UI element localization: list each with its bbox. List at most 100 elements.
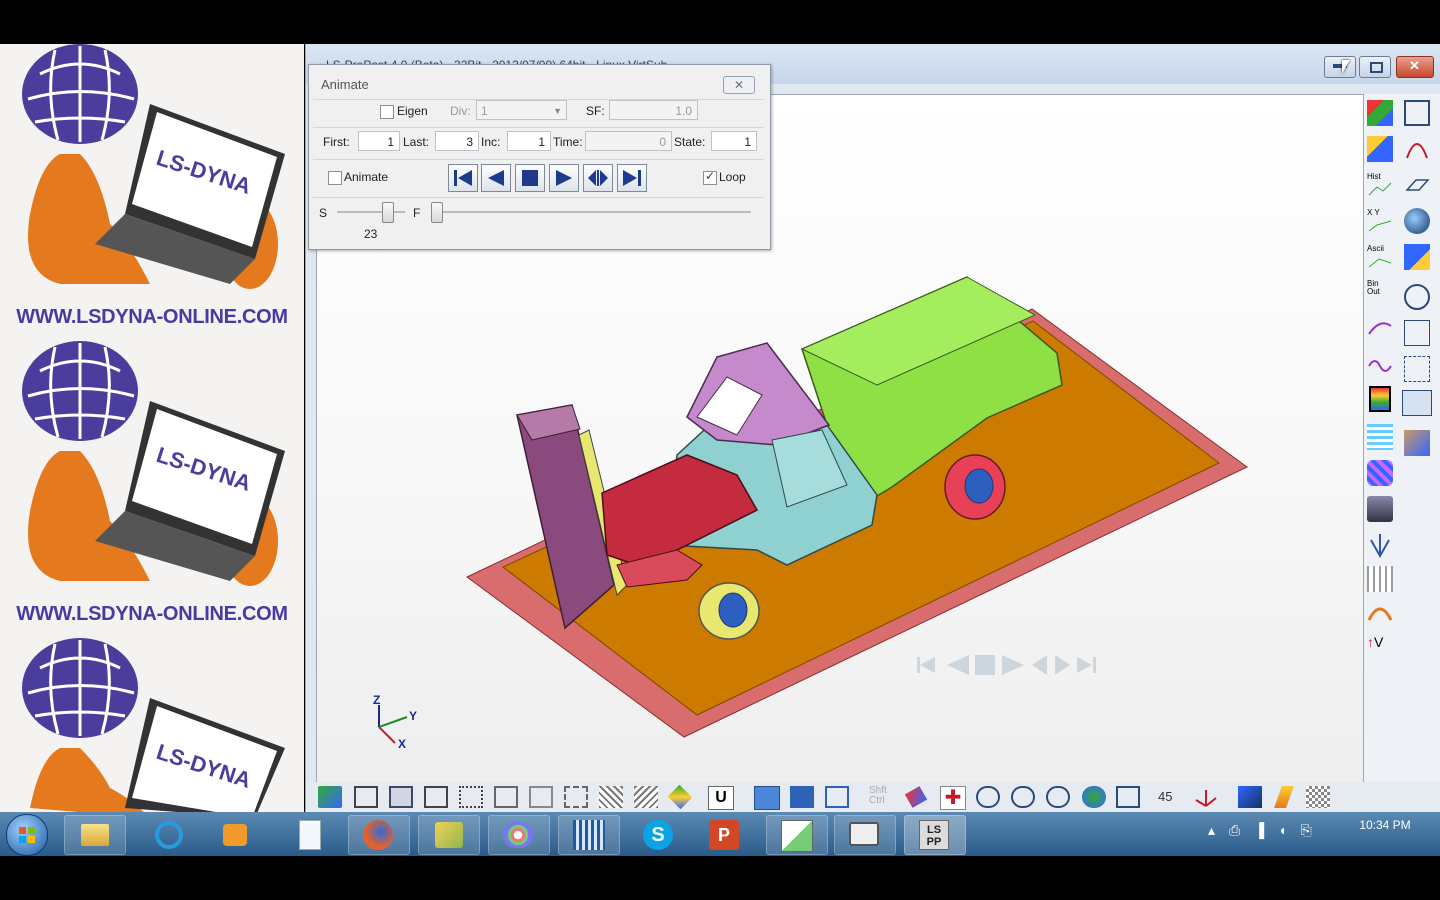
taskbar-paint[interactable] [488,815,550,855]
taskbar-lstc[interactable] [558,815,620,855]
rotate-icon[interactable] [1046,786,1070,808]
edge-icon[interactable] [494,786,518,808]
divider [313,127,764,128]
plane-icon[interactable] [1404,172,1430,198]
system-tray[interactable]: ▴⎙▐◖⎘ [1208,822,1326,839]
model-cube-icon[interactable] [1367,100,1393,126]
fringe-icon[interactable] [1369,386,1391,412]
pick-icon[interactable] [904,786,928,808]
block-view-icon[interactable] [790,786,814,808]
sphere-icon[interactable] [1404,208,1430,234]
inc-input[interactable]: 1 [507,131,551,151]
rotation-angle-value[interactable]: 45 [1158,789,1172,804]
speed-slider-track[interactable] [337,211,405,213]
promo-url[interactable]: WWW.LSDYNA-ONLINE.COM [0,599,304,629]
animate-close-button[interactable]: ✕ [723,76,755,94]
shaded-cube-icon[interactable] [389,786,413,808]
play-reverse-button[interactable] [481,164,511,192]
taskbar-explorer[interactable] [64,815,126,855]
fiber-icon[interactable] [1367,460,1393,486]
maximize-button[interactable] [1359,56,1391,78]
promo-url[interactable]: WWW.LSDYNA-ONLINE.COM [0,302,304,332]
mesh-cube-icon[interactable] [599,786,623,808]
taskbar-window[interactable] [834,815,896,855]
part-icon[interactable] [1404,244,1430,270]
add-icon[interactable]: ✚ [940,786,966,810]
taskbar-chart-app[interactable] [766,815,828,855]
stop-button[interactable] [515,164,545,192]
hidden-line-icon[interactable] [424,786,448,808]
promo-block: LS-DYNA WWW.LSDYNA-ONLINE.COM [0,341,304,638]
wireframe-cube-icon[interactable] [354,786,378,808]
model-icon[interactable] [1238,786,1262,808]
settings-panel-icon[interactable] [1404,430,1430,456]
vector-icon[interactable] [1367,532,1393,559]
camera-icon[interactable] [1367,496,1393,522]
grid-icon[interactable] [1404,320,1430,346]
velocity-icon[interactable]: ↑V [1367,634,1393,660]
spline-icon[interactable] [1367,316,1393,342]
xy-plot-icon[interactable]: X Y [1367,208,1393,234]
color-diamond-icon[interactable] [667,784,693,810]
time-input[interactable]: 0 [585,131,672,151]
inc-label: Inc: [481,135,501,149]
taskbar-firefox[interactable] [348,815,410,855]
zoom-window-icon[interactable] [1011,786,1035,808]
taskbar-media[interactable] [204,815,266,855]
mesh-cube-icon[interactable] [1367,136,1393,162]
table-icon[interactable] [1367,566,1393,592]
contour-icon[interactable] [1367,424,1393,450]
point-cloud-icon[interactable] [564,786,588,808]
path-icon[interactable] [1367,600,1393,626]
solid-view-icon[interactable] [754,786,780,810]
user-view-button[interactable]: U [708,786,734,810]
mesh-sphere-icon[interactable] [1404,284,1430,310]
speed-slider-thumb[interactable] [381,202,394,223]
animate-panel-icon[interactable] [1402,390,1432,416]
globe-icon[interactable] [1082,786,1106,808]
grid-cube-icon[interactable] [634,786,658,808]
view-axis-icon[interactable] [318,786,342,808]
outline-cube-icon[interactable] [529,786,553,808]
right-toolbar: Hist X Y Ascii Bin Out ↑V [1364,94,1440,784]
eigen-checkbox[interactable] [380,105,394,119]
first-frame-button[interactable] [448,164,478,192]
taskbar-lsprepost[interactable]: LS PP [904,815,966,855]
sf-input[interactable]: 1.0 [609,100,698,120]
close-button[interactable]: ✕ [1396,56,1434,78]
last-input[interactable]: 3 [435,131,479,151]
taskbar-document[interactable] [278,815,340,855]
taskbar-powerpoint[interactable]: P [694,815,756,855]
axes-icon[interactable] [1194,786,1218,808]
div-select[interactable]: 1 ▼ [476,100,567,120]
light-icon[interactable] [1273,786,1295,808]
taskbar-skype[interactable]: S [628,815,690,855]
animate-checkbox[interactable] [328,171,342,185]
frame-slider-thumb[interactable] [431,202,443,223]
frame-slider-track[interactable] [431,211,751,213]
step-button[interactable] [583,164,613,192]
ascii-icon[interactable]: Ascii [1367,244,1393,270]
background-icon[interactable] [1306,786,1330,808]
feature-line-icon[interactable] [459,786,483,808]
loop-checkbox[interactable] [703,169,717,185]
taskbar-ie[interactable] [138,815,200,855]
wave-icon[interactable] [1367,352,1393,378]
zoom-in-icon[interactable] [976,786,1000,808]
taskbar-notes[interactable] [418,815,480,855]
view-cube-icon[interactable] [1116,786,1140,808]
binout-icon[interactable]: Bin Out [1367,280,1393,306]
minimize-button[interactable] [1324,56,1356,78]
play-button[interactable] [549,164,579,192]
curve-icon[interactable] [1404,136,1430,162]
taskbar-clock[interactable]: 10:34 PM [1355,818,1415,832]
page-select-icon[interactable] [1404,100,1430,126]
start-button[interactable] [6,814,48,856]
state-input[interactable]: 1 [711,131,757,151]
history-icon[interactable]: Hist [1367,172,1393,198]
block-icon[interactable] [1404,356,1430,382]
transparent-view-icon[interactable] [825,786,849,808]
skip-to-end-icon [623,170,641,186]
first-input[interactable]: 1 [358,131,400,151]
last-frame-button[interactable] [617,164,647,192]
